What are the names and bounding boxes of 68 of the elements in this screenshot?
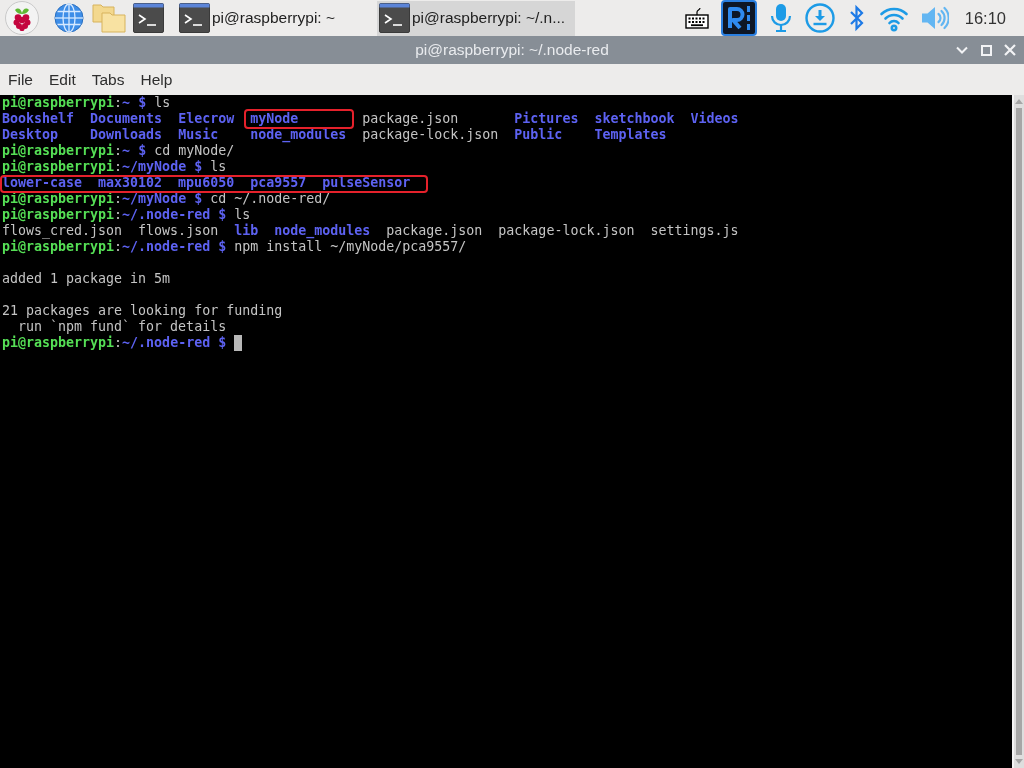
menu-item[interactable]: Help [132,67,181,92]
scroll-down-icon[interactable] [1015,759,1023,764]
scrollbar-thumb[interactable] [1016,108,1022,755]
file-name: package.json [362,111,460,127]
shell-prompt: pi@raspberrypi:~/.node-red $ [2,207,227,222]
globe-icon[interactable] [54,3,84,33]
speaker-icon[interactable] [920,5,949,31]
output-text: 21 packages are looking for funding [2,303,283,319]
square-icon [980,44,992,56]
scrollbar[interactable] [1012,95,1024,768]
file-name: flows_cred.json [2,223,123,239]
directory-name: Public [514,127,564,143]
shell-prompt: pi@raspberrypi:~ $ [2,95,147,110]
directory-name: node_modules [250,127,347,143]
shell-prompt: pi@raspberrypi:~ $ [2,143,147,158]
menu-item[interactable]: Tabs [83,67,133,92]
download-icon[interactable] [804,3,835,33]
directory-name: mpu6050 [178,175,235,191]
directory-name: Bookshelf [2,111,75,127]
clock: 16:10 [964,8,1006,28]
taskbar-window-button[interactable]: pi@raspberrypi: ~/.n... [377,0,575,36]
directory-name: Documents [90,111,163,127]
output-text: added 1 package in 5m [2,271,171,287]
command-text: ls [210,159,227,174]
directory-name: Templates [594,127,668,143]
menu-item[interactable]: Edit [41,67,84,92]
shell-prompt: pi@raspberrypi:~/.node-red $ [2,335,227,350]
taskbar-window-button[interactable]: pi@raspberrypi: ~ [177,0,375,36]
shell-prompt: pi@raspberrypi:~/myNode $ [2,191,203,206]
chevron-down-icon [956,46,968,54]
directory-name: Downloads [90,127,163,143]
file-name: package-lock.json [498,223,635,239]
terminal-icon[interactable] [133,3,164,33]
close-icon [1004,44,1016,56]
directory-name: Pictures [514,111,579,127]
microphone-icon[interactable] [768,3,793,33]
shell-prompt: pi@raspberrypi:~/.node-red $ [2,239,227,254]
directory-name: Videos [690,111,739,127]
shell-prompt: pi@raspberrypi:~/myNode $ [2,159,203,174]
directory-name: Music [178,127,220,143]
terminal-icon [379,3,410,33]
menu-item[interactable]: File [0,67,41,92]
scroll-up-icon[interactable] [1015,99,1023,104]
command-text: npm install ~/myNode/pca9557/ [234,239,467,254]
raspberry-icon[interactable] [5,1,39,35]
command-text: cd ~/.node-red/ [210,191,331,206]
file-name: package-lock.json [362,127,499,143]
directory-name: pulseSensor [322,175,411,191]
directory-name: node_modules [274,223,371,239]
directory-name: Desktop [2,127,60,143]
keyboard-icon[interactable] [684,7,709,29]
directory-name: pca9557 [250,175,307,191]
directory-name: lower-case [2,175,83,191]
command-text: ls [234,207,251,222]
logo-tile-icon[interactable] [720,0,757,36]
terminal-icon [179,3,210,33]
file-name: settings.js [650,223,739,239]
directory-name: myNode [250,111,300,127]
directory-name: Elecrow [178,111,235,127]
window-title: pi@raspberrypi: ~/.node-red [415,41,609,59]
file-name: flows.json [138,223,219,239]
directory-name: lib [234,223,259,239]
output-text: run `npm fund` for details [17,319,227,335]
command-text: cd myNode/ [154,143,235,158]
directory-name: sketchbook [594,111,675,127]
file-name: package.json [386,223,483,239]
directory-name: max30102 [98,175,163,191]
command-text: ls [154,95,171,110]
